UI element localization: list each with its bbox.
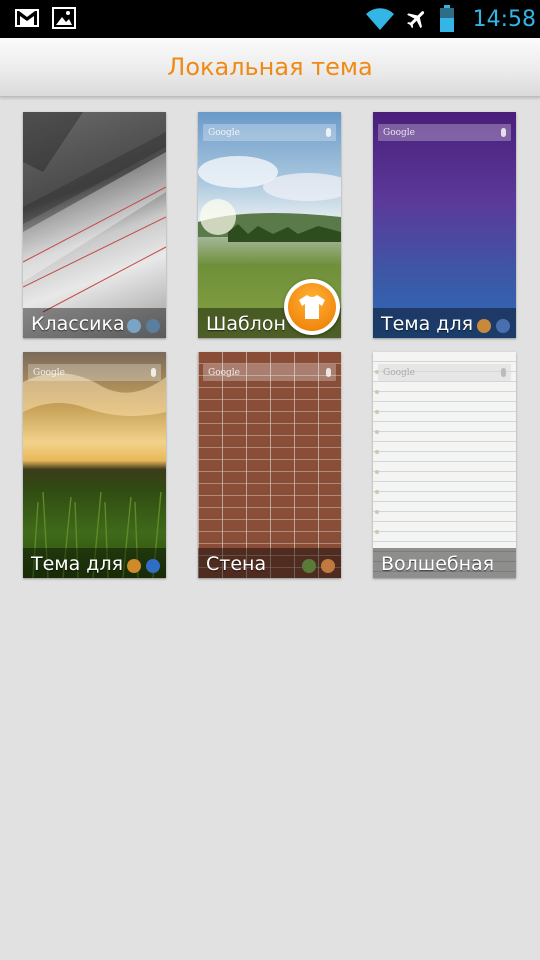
theme-caption: Тема для <box>373 308 516 338</box>
google-search-bar: Google <box>378 364 511 381</box>
theme-tile-notebook[interactable]: Google Волшебная <box>373 352 516 578</box>
applied-theme-badge <box>284 279 340 335</box>
theme-wallpaper <box>23 112 166 338</box>
mic-icon <box>326 368 331 377</box>
mic-icon <box>326 128 331 137</box>
google-search-bar: Google <box>203 124 336 141</box>
theme-caption: Стена <box>198 548 341 578</box>
google-logo: Google <box>33 367 65 378</box>
gmail-icon <box>15 9 39 27</box>
mic-icon <box>501 368 506 377</box>
page-title: Локальная тема <box>167 53 373 81</box>
theme-wallpaper: Google <box>198 352 341 578</box>
theme-tile-brick[interactable]: Google Стена <box>198 352 341 578</box>
tshirt-icon <box>299 295 325 319</box>
gallery-image-icon <box>52 7 76 29</box>
dock-icons <box>302 559 335 573</box>
mic-icon <box>501 128 506 137</box>
theme-wallpaper: Google <box>373 112 516 338</box>
dock-icons <box>127 319 160 333</box>
theme-tile-classic[interactable]: Классика <box>23 112 166 338</box>
google-search-bar: Google <box>203 364 336 381</box>
theme-tile-sunset[interactable]: Google Тема для <box>23 352 166 578</box>
google-search-bar: Google <box>378 124 511 141</box>
theme-name: Тема для <box>381 313 474 335</box>
theme-name: Шаблон <box>206 313 286 335</box>
theme-name: Стена <box>206 553 267 575</box>
theme-caption: Тема для <box>23 548 166 578</box>
theme-wallpaper: Google <box>23 352 166 578</box>
battery-icon <box>439 5 454 32</box>
google-logo: Google <box>208 127 240 138</box>
wifi-icon <box>365 8 394 31</box>
clock: 14:58 <box>472 6 536 32</box>
google-logo: Google <box>383 127 415 138</box>
theme-wallpaper: Google <box>373 352 516 578</box>
theme-caption: Классика <box>23 308 166 338</box>
theme-name: Классика <box>31 313 125 335</box>
title-bar: Локальная тема <box>0 38 540 97</box>
theme-name: Тема для <box>31 553 124 575</box>
google-logo: Google <box>208 367 240 378</box>
dock-icons <box>127 559 160 573</box>
theme-caption: Волшебная <box>373 548 516 578</box>
google-logo: Google <box>383 367 415 378</box>
mic-icon <box>151 368 156 377</box>
google-search-bar: Google <box>28 364 161 381</box>
dock-icons <box>477 319 510 333</box>
airplane-mode-icon <box>406 11 424 29</box>
status-bar: 14:58 <box>0 0 540 38</box>
theme-tile-purple[interactable]: Google Тема для <box>373 112 516 338</box>
theme-name: Волшебная <box>381 553 495 575</box>
